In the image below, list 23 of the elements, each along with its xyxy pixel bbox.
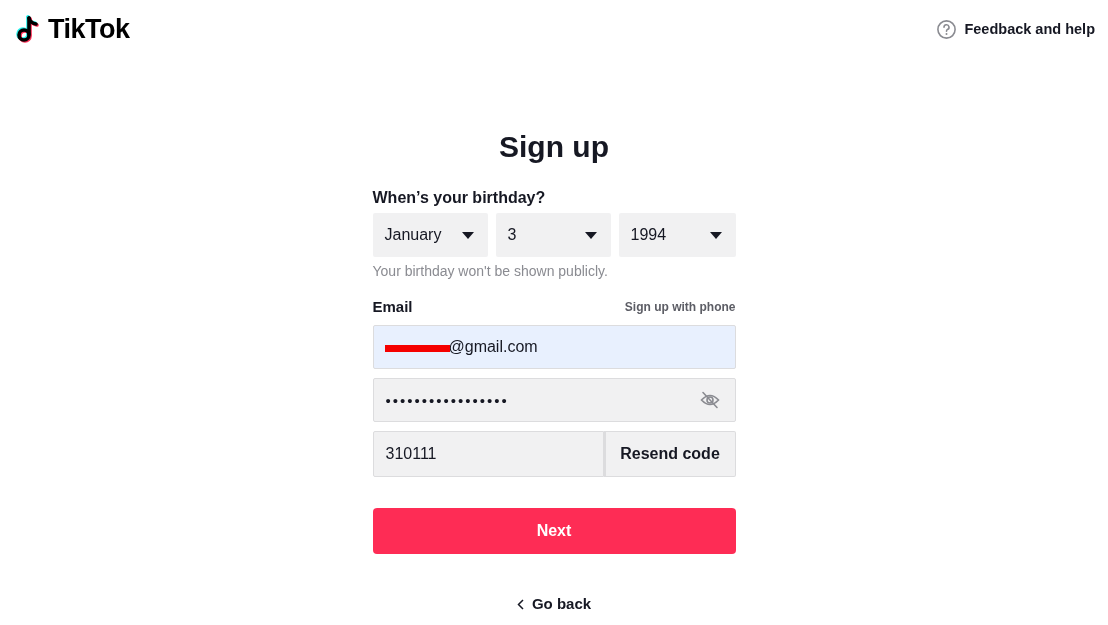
page-title: Sign up [498,129,610,165]
birthday-hint-text: Your birthday won't be shown publicly. [372,262,609,280]
month-dropdown[interactable]: January [372,213,488,257]
email-field[interactable]: @gmail.com [372,325,736,369]
year-dropdown[interactable]: 1994 [618,213,736,257]
day-dropdown[interactable]: 3 [495,213,611,257]
logo-wordmark: TikTok [48,13,130,45]
chevron-left-icon [516,598,524,610]
birthday-label: When’s your birthday? [372,188,547,208]
password-field[interactable]: ••••••••••••••••• [372,378,736,422]
resend-code-button[interactable]: Resend code [603,431,736,477]
caret-down-icon [461,231,474,239]
code-field[interactable]: 310111 [372,431,604,477]
feedback-help-link[interactable]: Feedback and help [937,19,1095,39]
help-icon [937,19,957,39]
email-label: Email [372,297,413,317]
go-back-link[interactable]: Go back [516,594,592,614]
music-note-logo-icon [16,14,40,44]
caret-down-icon [584,231,597,239]
next-button[interactable]: Next [372,508,736,554]
eye-slash-icon[interactable] [699,391,720,409]
phone-signup-link[interactable]: Sign up with phone [624,299,736,315]
caret-down-icon [709,231,722,239]
